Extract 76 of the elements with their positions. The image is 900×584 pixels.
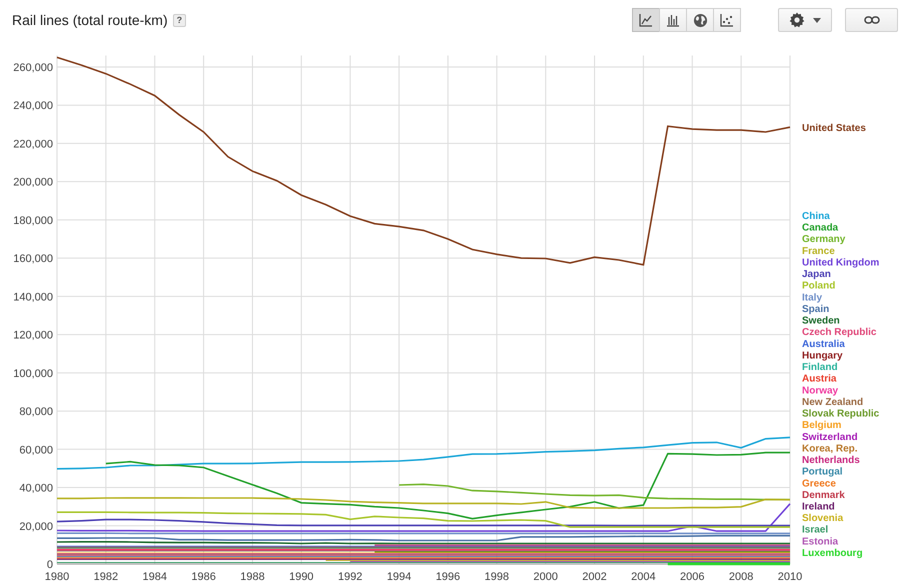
series-label: Spain bbox=[802, 304, 830, 315]
series-label: Norway bbox=[802, 385, 838, 396]
series-label: Luxembourg bbox=[802, 548, 863, 559]
series-label: Australia bbox=[802, 338, 845, 350]
series-label: New Zealand bbox=[802, 396, 864, 408]
y-axis-label: 180,000 bbox=[13, 214, 53, 227]
series-label: Slovak Republic bbox=[802, 408, 880, 420]
x-axis-label: 2004 bbox=[631, 571, 656, 583]
y-axis-label: 120,000 bbox=[13, 330, 53, 342]
series-label: Korea, Rep. bbox=[802, 443, 858, 454]
series-label: Hungary bbox=[802, 350, 843, 362]
x-axis-label: 2008 bbox=[728, 571, 754, 583]
x-axis-label: 1990 bbox=[289, 571, 314, 583]
settings-button[interactable] bbox=[778, 8, 832, 32]
x-axis-label: 2010 bbox=[778, 571, 802, 583]
y-axis-label: 220,000 bbox=[13, 138, 53, 150]
x-axis-label: 1980 bbox=[44, 571, 70, 583]
series-label: Ireland bbox=[802, 502, 835, 512]
chart-title: Rail lines (total route-km) bbox=[12, 12, 168, 28]
link-icon bbox=[864, 15, 880, 25]
x-axis-label: 1988 bbox=[240, 571, 265, 583]
chart-type-tab[interactable] bbox=[659, 8, 687, 32]
y-axis-label: 20,000 bbox=[19, 520, 53, 533]
series-label: Slovenia bbox=[802, 513, 844, 524]
y-axis-label: 140,000 bbox=[13, 291, 53, 304]
series-label: United States bbox=[802, 123, 866, 134]
y-axis-label: 260,000 bbox=[13, 62, 53, 74]
series-label: Poland bbox=[802, 280, 836, 292]
x-axis-label: 1992 bbox=[338, 571, 362, 583]
series-label: Finland bbox=[802, 362, 838, 374]
series-label: Switzerland bbox=[802, 432, 858, 443]
series-label: Greece bbox=[802, 478, 836, 490]
series-label: Austria bbox=[802, 374, 836, 385]
y-axis-label: 200,000 bbox=[13, 176, 53, 189]
y-axis-label: 40,000 bbox=[19, 482, 53, 495]
x-axis-label: 2006 bbox=[680, 571, 704, 583]
chart-type-tab[interactable] bbox=[686, 8, 714, 32]
series-label: Italy bbox=[802, 292, 822, 304]
series-label: Czech Republic bbox=[802, 327, 876, 338]
x-axis-label: 1984 bbox=[142, 571, 167, 583]
y-axis-label: 80,000 bbox=[19, 406, 53, 418]
x-axis-label: 1986 bbox=[191, 571, 216, 583]
bar-chart-icon bbox=[666, 13, 680, 27]
y-axis-label: 100,000 bbox=[13, 368, 53, 380]
x-axis-label: 1998 bbox=[484, 571, 510, 583]
y-axis-label: 160,000 bbox=[13, 253, 53, 266]
x-axis-label: 2000 bbox=[533, 571, 558, 583]
chart-type-tab[interactable] bbox=[632, 8, 660, 32]
series-label: Estonia bbox=[802, 536, 838, 548]
series-label: France bbox=[802, 246, 835, 257]
scatter-chart-icon bbox=[720, 13, 734, 27]
y-axis-label: 0 bbox=[46, 559, 53, 571]
series-label: Denmark bbox=[802, 490, 845, 501]
series-label: Germany bbox=[802, 234, 846, 246]
x-axis-label: 1982 bbox=[94, 571, 118, 583]
globe-icon bbox=[692, 12, 708, 28]
x-axis-label: 1994 bbox=[386, 571, 412, 583]
series-label: Israel bbox=[802, 524, 828, 536]
series-label: Japan bbox=[802, 269, 831, 280]
series-label: Netherlands bbox=[802, 455, 860, 466]
settings-icon bbox=[789, 12, 805, 28]
chart-type-tab[interactable] bbox=[713, 8, 741, 32]
series-label: United Kingdom bbox=[802, 257, 880, 268]
x-axis-label: 1996 bbox=[436, 571, 460, 583]
y-axis-label: 60,000 bbox=[19, 444, 53, 456]
series-label: Canada bbox=[802, 222, 838, 234]
line-chart-icon bbox=[639, 13, 653, 27]
y-axis-label: 240,000 bbox=[13, 100, 53, 112]
help-button[interactable]: ? bbox=[172, 14, 186, 26]
link-button[interactable] bbox=[845, 8, 898, 32]
x-axis-label: 2002 bbox=[582, 571, 607, 583]
series-label: Belgium bbox=[802, 420, 842, 432]
series-label: Sweden bbox=[802, 316, 840, 327]
series-label: Portugal bbox=[802, 466, 843, 478]
caret-icon bbox=[813, 18, 821, 22]
series-label: China bbox=[802, 211, 830, 222]
